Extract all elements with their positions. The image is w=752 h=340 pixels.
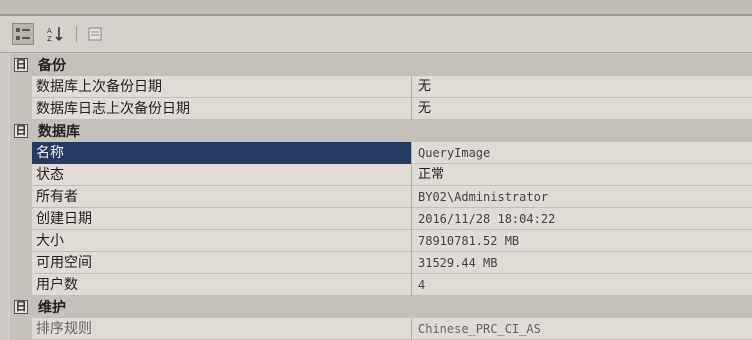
row-gutter [10, 273, 32, 296]
property-name: 状态 [32, 163, 412, 186]
alphabetical-sort-button[interactable]: A Z [44, 23, 66, 45]
property-grid-toolbar: A Z [0, 16, 752, 53]
row-gutter [10, 251, 32, 274]
svg-text:Z: Z [47, 35, 52, 43]
property-value: QueryImage [418, 145, 491, 160]
property-row-name[interactable]: 名称 QueryImage [10, 141, 752, 164]
svg-text:A: A [47, 27, 52, 35]
row-gutter [10, 317, 32, 340]
property-value: 2016/11/28 18:04:22 [418, 211, 556, 226]
row-gutter [10, 75, 32, 98]
property-name: 所有者 [32, 185, 412, 208]
property-name: 创建日期 [32, 207, 412, 230]
property-row-last-log-backup[interactable]: 数据库日志上次备份日期 无 [10, 97, 752, 120]
property-name: 数据库上次备份日期 [32, 75, 412, 98]
property-grid: 日 备份 数据库上次备份日期 无 数据库日志上次备份日期 无 日 数据库 名称 … [10, 54, 752, 340]
window-top-strip [0, 0, 752, 14]
row-gutter [10, 141, 32, 164]
property-name: 用户数 [32, 273, 412, 296]
property-pages-button[interactable] [84, 23, 106, 45]
categorized-icon [16, 28, 30, 40]
property-value: 78910781.52 MB [418, 233, 520, 248]
collapse-toggle-icon[interactable]: 日 [14, 58, 28, 72]
category-database[interactable]: 日 数据库 [10, 120, 752, 142]
property-value: BY02\Administrator [418, 189, 549, 204]
collapse-toggle-icon[interactable]: 日 [14, 300, 28, 314]
property-name: 可用空间 [32, 251, 412, 274]
row-gutter [10, 185, 32, 208]
property-name: 大小 [32, 229, 412, 252]
row-gutter [10, 229, 32, 252]
property-row-owner[interactable]: 所有者 BY02\Administrator [10, 185, 752, 208]
category-maintenance[interactable]: 日 维护 [10, 296, 752, 318]
property-value: 4 [418, 277, 426, 292]
row-gutter [10, 207, 32, 230]
category-title: 维护 [38, 300, 66, 316]
property-row-status[interactable]: 状态 正常 [10, 163, 752, 186]
category-title: 数据库 [38, 124, 80, 140]
property-value: 无 [418, 100, 432, 116]
property-row-space-available[interactable]: 可用空间 31529.44 MB [10, 251, 752, 274]
property-row-last-db-backup[interactable]: 数据库上次备份日期 无 [10, 75, 752, 98]
property-name: 数据库日志上次备份日期 [32, 97, 412, 120]
collapse-toggle-icon[interactable]: 日 [14, 124, 28, 138]
property-value: Chinese_PRC_CI_AS [418, 321, 541, 336]
property-row-user-count[interactable]: 用户数 4 [10, 273, 752, 296]
property-name: 排序规则 [32, 317, 412, 340]
property-pages-icon [88, 27, 102, 41]
property-row-collation[interactable]: 排序规则 Chinese_PRC_CI_AS [10, 317, 752, 340]
property-value: 正常 [418, 166, 445, 182]
property-value: 无 [418, 78, 432, 94]
property-row-create-date[interactable]: 创建日期 2016/11/28 18:04:22 [10, 207, 752, 230]
category-title: 备份 [38, 58, 66, 74]
property-row-size[interactable]: 大小 78910781.52 MB [10, 229, 752, 252]
categorized-view-button[interactable] [12, 23, 34, 45]
properties-window: A Z 日 备份 数据库上次备份日期 无 数据库日志上次备份日期 无 日 数据库… [0, 0, 752, 340]
sort-alphabetical-icon: A Z [47, 27, 63, 43]
toolbar-separator [76, 26, 77, 42]
row-gutter [10, 97, 32, 120]
row-gutter [10, 163, 32, 186]
category-backup[interactable]: 日 备份 [10, 54, 752, 76]
property-value: 31529.44 MB [418, 255, 498, 270]
property-name: 名称 [32, 141, 412, 164]
